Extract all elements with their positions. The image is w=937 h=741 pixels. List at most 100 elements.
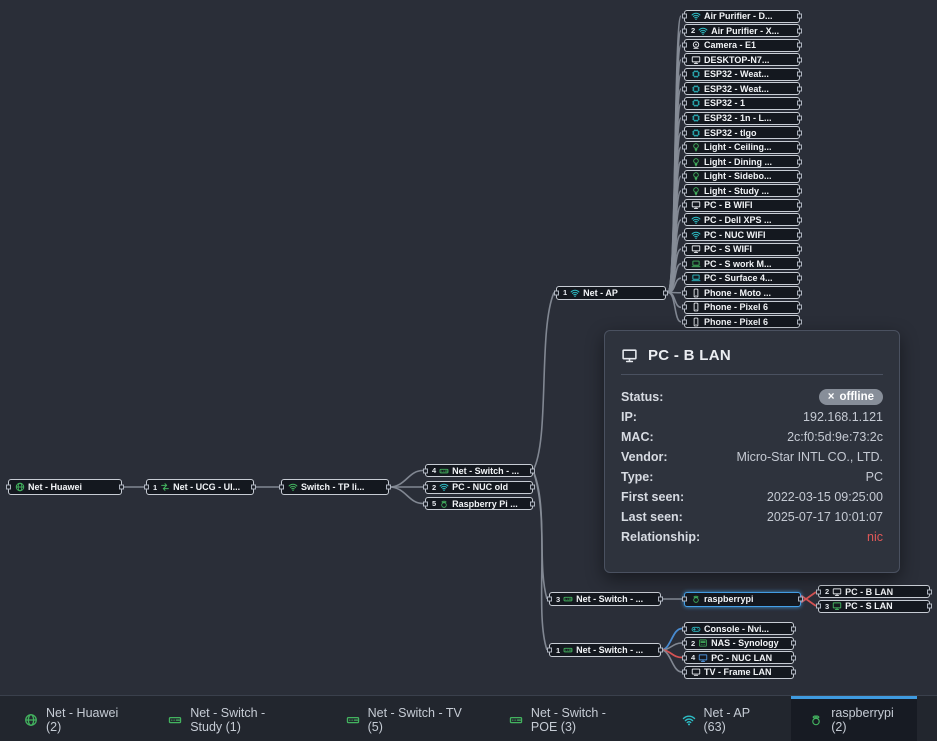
port-left: [682, 101, 687, 106]
node-net-ucg-ul[interactable]: 1Net - UCG - Ul...: [146, 479, 254, 495]
node-desktop-n7[interactable]: DESKTOP-N7...: [684, 53, 800, 66]
phone-icon: [691, 302, 701, 312]
detail-row-mac: MAC: 2c:f0:5d:9e:73:2c: [621, 427, 883, 447]
node-net-switch[interactable]: 1Net - Switch - ...: [549, 643, 661, 657]
port-left: [547, 597, 552, 602]
port-left: [682, 261, 687, 266]
node-net-switch[interactable]: 3Net - Switch - ...: [549, 592, 661, 606]
tv-icon: [691, 667, 701, 677]
node-light-sidebo[interactable]: Light - Sidebo...: [684, 170, 800, 183]
port-right: [791, 641, 796, 646]
port-left: [682, 305, 687, 310]
tab-net-switch-tv[interactable]: Net - Switch - TV (5): [328, 696, 481, 741]
node-pc-dell-xps[interactable]: PC - Dell XPS ...: [684, 213, 800, 226]
node-pc-nuc-lan[interactable]: 4PC - NUC LAN: [684, 651, 794, 664]
node-label: Raspberry Pi ...: [452, 499, 518, 509]
port-right: [119, 485, 124, 490]
node-esp32-tlgo[interactable]: ESP32 - tlgo: [684, 126, 800, 139]
node-switch-tp-li[interactable]: Switch - TP li...: [281, 479, 389, 495]
status-text: offline: [840, 391, 875, 403]
node-raspberry-pi[interactable]: 5Raspberry Pi ...: [425, 497, 533, 510]
pc-icon: [691, 55, 701, 65]
raspberry-icon: [439, 499, 449, 509]
detail-value: Micro-Star INTL CO., LTD.: [736, 450, 883, 464]
port-right: [797, 305, 802, 310]
node-label: Light - Study ...: [704, 186, 769, 196]
pc-icon: [691, 244, 701, 254]
detail-row-vendor: Vendor: Micro-Star INTL CO., LTD.: [621, 447, 883, 467]
node-light-study[interactable]: Light - Study ...: [684, 184, 800, 197]
port-right: [251, 485, 256, 490]
port-right: [797, 261, 802, 266]
detail-value: 2025-07-17 10:01:07: [767, 510, 883, 524]
pc-icon: [698, 653, 708, 663]
node-phone-moto[interactable]: Phone - Moto ...: [684, 286, 800, 299]
port-right: [797, 145, 802, 150]
node-label: PC - B LAN: [845, 587, 893, 597]
port-left: [682, 57, 687, 62]
node-label: Phone - Moto ...: [704, 288, 771, 298]
tab-net-switch-study[interactable]: Net - Switch - Study (1): [150, 696, 317, 741]
node-pc-nuc-wifi[interactable]: PC - NUC WIFI: [684, 228, 800, 241]
pc-icon: [832, 587, 842, 597]
port-right: [798, 597, 803, 602]
node-phone-pixel-6[interactable]: Phone - Pixel 6: [684, 301, 800, 314]
node-label: Net - Switch - ...: [576, 645, 643, 655]
switch-icon: [439, 466, 449, 476]
node-pc-s-wifi[interactable]: PC - S WIFI: [684, 243, 800, 256]
port-left: [682, 597, 687, 602]
node-nas-synology[interactable]: 2NAS - Synology: [684, 637, 794, 650]
node-label: Net - Switch - ...: [452, 466, 519, 476]
node-pc-b-lan[interactable]: 2PC - B LAN: [818, 585, 930, 598]
port-right: [797, 203, 802, 208]
route-icon: [160, 482, 170, 492]
node-pc-surface-4[interactable]: PC - Surface 4...: [684, 272, 800, 285]
node-pc-s-lan[interactable]: 3PC - S LAN: [818, 600, 930, 613]
node-light-dining[interactable]: Light - Dining ...: [684, 155, 800, 168]
bulb-icon: [691, 171, 701, 181]
node-phone-pixel-6[interactable]: Phone - Pixel 6: [684, 315, 800, 328]
node-net-ap[interactable]: 1Net - AP: [556, 286, 666, 300]
node-raspberrypi[interactable]: raspberrypi: [684, 592, 801, 607]
node-label: Net - AP: [583, 288, 618, 298]
node-pc-s-work-m[interactable]: PC - S work M...: [684, 257, 800, 270]
node-console-nvi[interactable]: Console - Nvi...: [684, 622, 794, 635]
port-number-badge: 4: [432, 466, 436, 475]
port-left: [423, 501, 428, 506]
detail-value: 2c:f0:5d:9e:73:2c: [787, 430, 883, 444]
node-label: Net - Huawei: [28, 482, 82, 492]
port-left: [682, 72, 687, 77]
node-label: PC - S WIFI: [704, 244, 752, 254]
node-net-huawei[interactable]: Net - Huawei: [8, 479, 122, 495]
port-right: [658, 597, 663, 602]
node-esp32-weat[interactable]: ESP32 - Weat...: [684, 82, 800, 95]
node-label: ESP32 - 1: [704, 98, 745, 108]
port-left: [682, 130, 687, 135]
node-esp32-1[interactable]: ESP32 - 1: [684, 97, 800, 110]
port-left: [682, 290, 687, 295]
node-label: Light - Sidebo...: [704, 171, 772, 181]
node-net-switch[interactable]: 4 Net - Switch - ...: [425, 464, 533, 477]
port-right: [797, 14, 802, 19]
node-air-purifier-x[interactable]: 2Air Purifier - X...: [684, 24, 800, 37]
tab-net-ap[interactable]: Net - AP (63): [664, 696, 782, 741]
node-esp32-1n-l[interactable]: ESP32 - 1n - L...: [684, 112, 800, 125]
laptop-icon: [691, 259, 701, 269]
port-left: [682, 655, 687, 660]
node-tv-frame-lan[interactable]: TV - Frame LAN: [684, 666, 794, 679]
node-pc-b-wifi[interactable]: PC - B WIFI: [684, 199, 800, 212]
tab-net-huawei[interactable]: Net - Huawei (2): [6, 696, 140, 741]
detail-label: Last seen:: [621, 510, 683, 524]
port-left: [682, 276, 687, 281]
detail-value-relationship: nic: [867, 530, 883, 544]
detail-row-ip: IP: 192.168.1.121: [621, 407, 883, 427]
node-light-ceiling[interactable]: Light - Ceiling...: [684, 141, 800, 154]
node-camera-e1[interactable]: Camera - E1: [684, 39, 800, 52]
wifi-icon: [570, 288, 580, 298]
node-air-purifier-d[interactable]: Air Purifier - D...: [684, 10, 800, 23]
tab-net-switch-poe[interactable]: Net - Switch - POE (3): [491, 696, 654, 741]
node-pc-nuc-old[interactable]: 2PC - NUC old: [425, 481, 533, 494]
tab-raspberrypi[interactable]: raspberrypi (2): [791, 696, 917, 741]
bulb-icon: [691, 186, 701, 196]
node-esp32-weat[interactable]: ESP32 - Weat...: [684, 68, 800, 81]
